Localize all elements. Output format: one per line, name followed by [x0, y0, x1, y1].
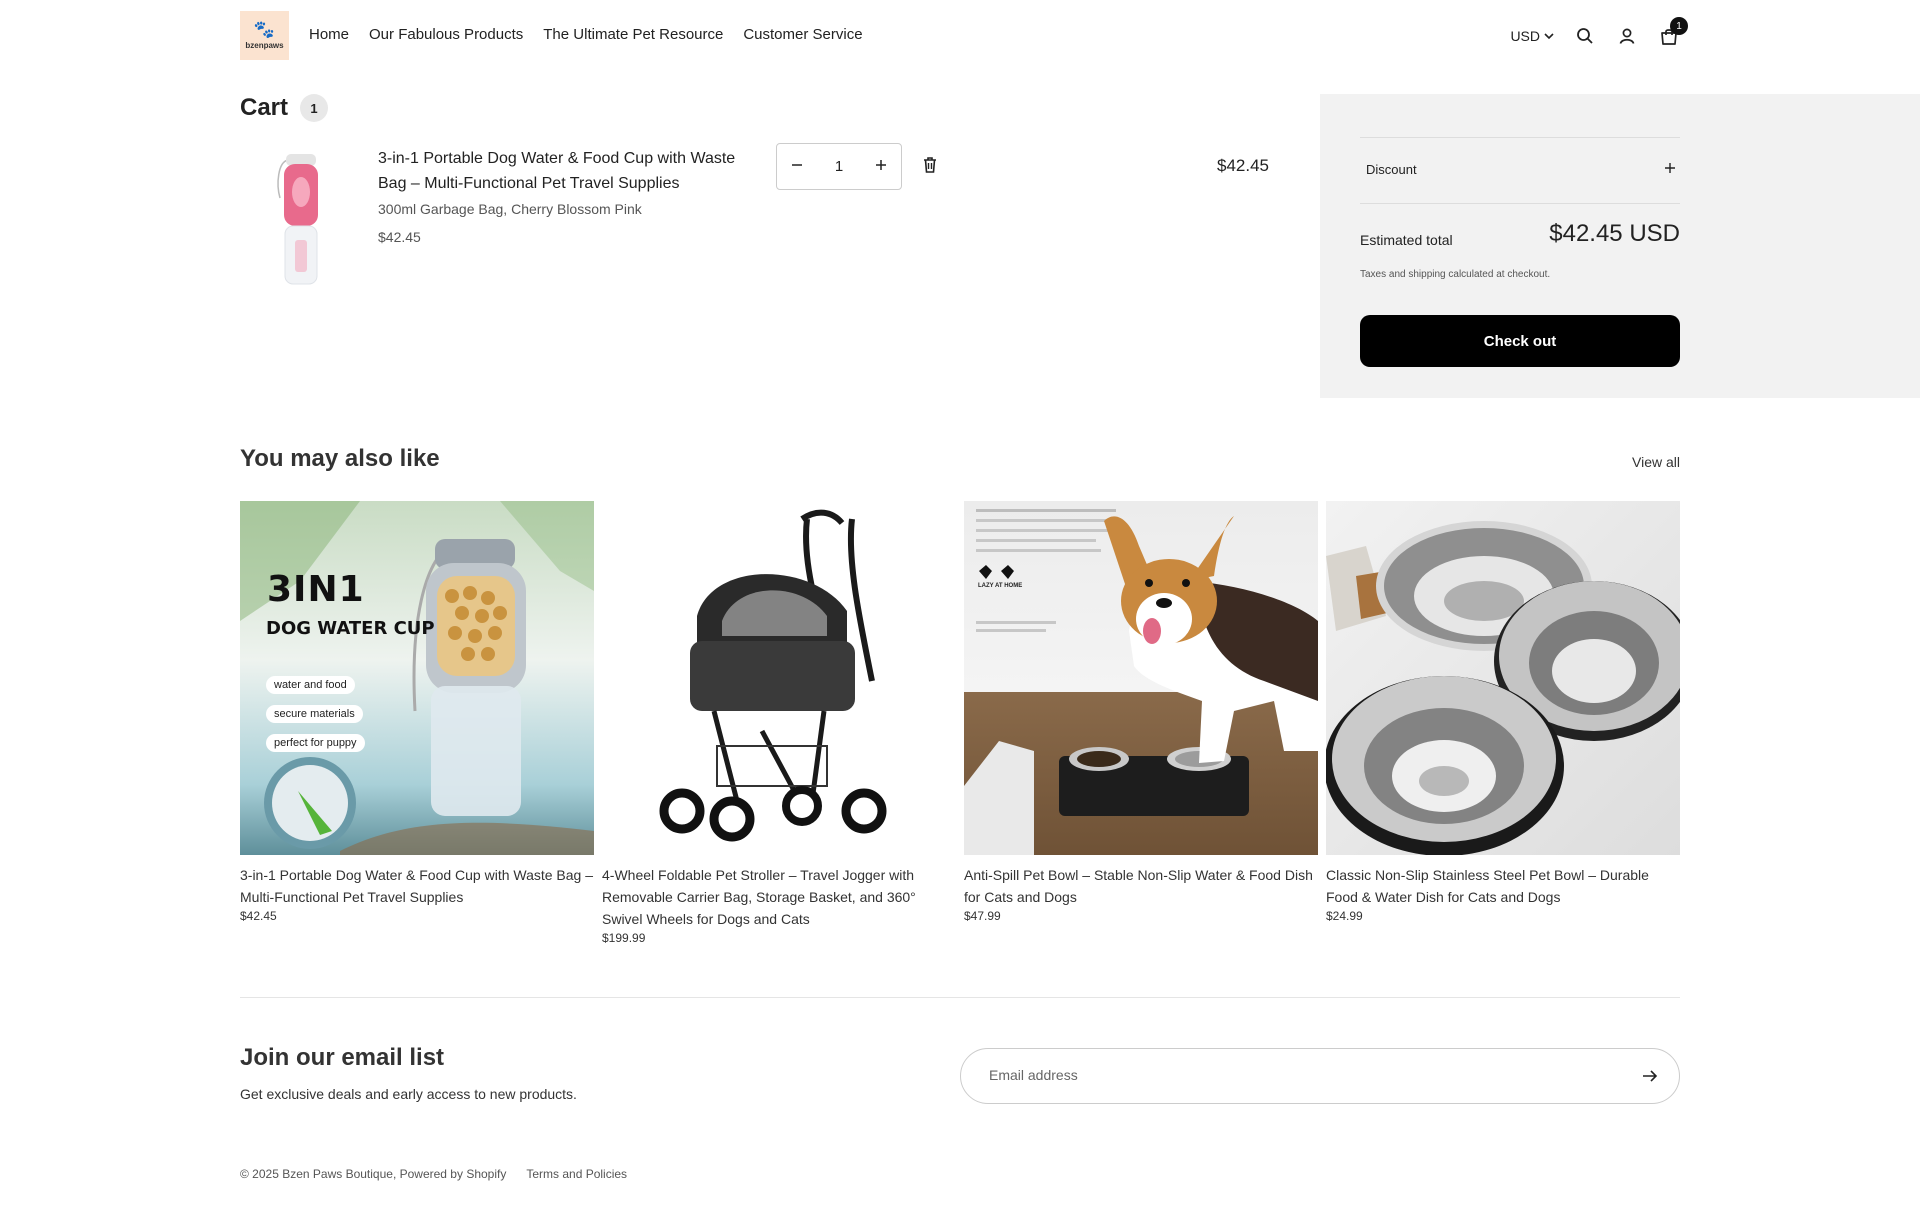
- newsletter-subtitle: Get exclusive deals and early access to …: [240, 1086, 577, 1102]
- remove-item-button[interactable]: [922, 156, 942, 176]
- product-image: LAZY AT HOME: [964, 501, 1318, 855]
- cart-count-badge: 1: [1670, 17, 1688, 35]
- main-nav: Home Our Fabulous Products The Ultimate …: [309, 26, 863, 43]
- cart-title: Cart: [240, 94, 289, 121]
- estimated-total-value: $42.45 USD: [1549, 220, 1680, 247]
- nav-customer-service[interactable]: Customer Service: [743, 26, 862, 43]
- image-caption: LAZY AT HOME: [978, 583, 1023, 589]
- arrow-right-icon: [1643, 1070, 1658, 1082]
- image-tag: perfect for puppy: [266, 734, 365, 752]
- image-tag: water and food: [266, 676, 355, 694]
- cart-item-variant: 300ml Garbage Bag, Cherry Blossom Pink: [378, 201, 642, 217]
- cart-item-count-badge: 1: [300, 94, 329, 122]
- product-title[interactable]: 3-in-1 Portable Dog Water & Food Cup wit…: [240, 864, 594, 908]
- estimated-total-label: Estimated total: [1360, 232, 1453, 248]
- quantity-value[interactable]: 1: [835, 158, 843, 175]
- email-form: [960, 1048, 1680, 1104]
- email-input[interactable]: [989, 1067, 1589, 1083]
- copyright-text: © 2025 Bzen Paws Boutique, Powered by Sh…: [240, 1167, 507, 1181]
- image-headline: 3IN1: [267, 569, 365, 610]
- product-card[interactable]: 4-Wheel Foldable Pet Stroller – Travel J…: [602, 501, 956, 945]
- plus-icon[interactable]: [875, 158, 887, 175]
- search-button[interactable]: [1574, 25, 1596, 47]
- discount-label: Discount: [1366, 162, 1417, 177]
- product-grid: 3IN1 DOG WATER CUP water and food secure…: [240, 501, 1680, 945]
- product-price: $199.99: [602, 931, 646, 945]
- cart-item-image[interactable]: [264, 150, 336, 290]
- site-footer: © 2025 Bzen Paws Boutique, Powered by Sh…: [240, 1167, 627, 1181]
- order-summary: Discount Estimated total $42.45 USD Taxe…: [1320, 94, 1920, 398]
- nav-products[interactable]: Our Fabulous Products: [369, 26, 523, 43]
- product-title[interactable]: Anti-Spill Pet Bowl – Stable Non-Slip Wa…: [964, 864, 1318, 908]
- header-actions: USD 1: [1510, 17, 1688, 54]
- image-tag: secure materials: [266, 705, 363, 723]
- summary-divider: [1360, 203, 1680, 204]
- site-header: 🐾 bzenpaws Home Our Fabulous Products Th…: [0, 0, 1920, 72]
- section-divider: [240, 997, 1680, 998]
- view-all-link[interactable]: View all: [1632, 454, 1680, 470]
- chevron-down-icon: [1544, 33, 1554, 40]
- currency-label: USD: [1510, 28, 1540, 44]
- product-image: [602, 501, 956, 855]
- product-price: $47.99: [964, 909, 1001, 923]
- product-card[interactable]: LAZY AT HOME Anti-Spill Pet Bowl – Stabl…: [964, 501, 1318, 945]
- summary-divider: [1360, 137, 1680, 138]
- product-price: $42.45: [240, 909, 277, 923]
- plus-icon: [1665, 163, 1675, 173]
- recommendations-title: You may also like: [240, 445, 440, 472]
- search-icon: [1577, 28, 1593, 44]
- product-card[interactable]: Classic Non-Slip Stainless Steel Pet Bow…: [1326, 501, 1680, 945]
- user-icon: [1619, 28, 1635, 44]
- quantity-stepper: 1: [776, 143, 902, 190]
- product-price: $24.99: [1326, 909, 1363, 923]
- tax-note: Taxes and shipping calculated at checkou…: [1360, 269, 1551, 280]
- cart-line-total: $42.45: [1217, 156, 1269, 175]
- currency-selector[interactable]: USD: [1510, 28, 1554, 44]
- newsletter-title: Join our email list: [240, 1044, 445, 1071]
- nav-pet-resource[interactable]: The Ultimate Pet Resource: [543, 26, 723, 43]
- paw-icon: 🐾: [253, 20, 276, 39]
- image-subheadline: DOG WATER CUP: [266, 618, 435, 639]
- account-button[interactable]: [1616, 25, 1638, 47]
- product-title[interactable]: 4-Wheel Foldable Pet Stroller – Travel J…: [602, 864, 956, 930]
- cart-item-price: $42.45: [378, 229, 421, 245]
- trash-icon: [924, 157, 936, 173]
- product-title[interactable]: Classic Non-Slip Stainless Steel Pet Bow…: [1326, 864, 1680, 908]
- product-image: 3IN1 DOG WATER CUP water and food secure…: [240, 501, 594, 855]
- nav-home[interactable]: Home: [309, 26, 349, 43]
- store-logo[interactable]: 🐾 bzenpaws: [240, 11, 289, 60]
- product-card[interactable]: 3IN1 DOG WATER CUP water and food secure…: [240, 501, 594, 945]
- discount-toggle[interactable]: Discount: [1366, 162, 1676, 177]
- subscribe-button[interactable]: [1641, 1067, 1661, 1087]
- terms-link[interactable]: Terms and Policies: [526, 1167, 627, 1181]
- checkout-button[interactable]: Check out: [1360, 315, 1680, 367]
- cart-heading: Cart 1: [240, 94, 329, 122]
- cart-button[interactable]: 1: [1658, 17, 1688, 47]
- product-image: [1326, 501, 1680, 855]
- minus-icon[interactable]: [791, 158, 803, 175]
- cart-item-name[interactable]: 3-in-1 Portable Dog Water & Food Cup wit…: [378, 146, 758, 196]
- logo-text: bzenpaws: [245, 41, 284, 50]
